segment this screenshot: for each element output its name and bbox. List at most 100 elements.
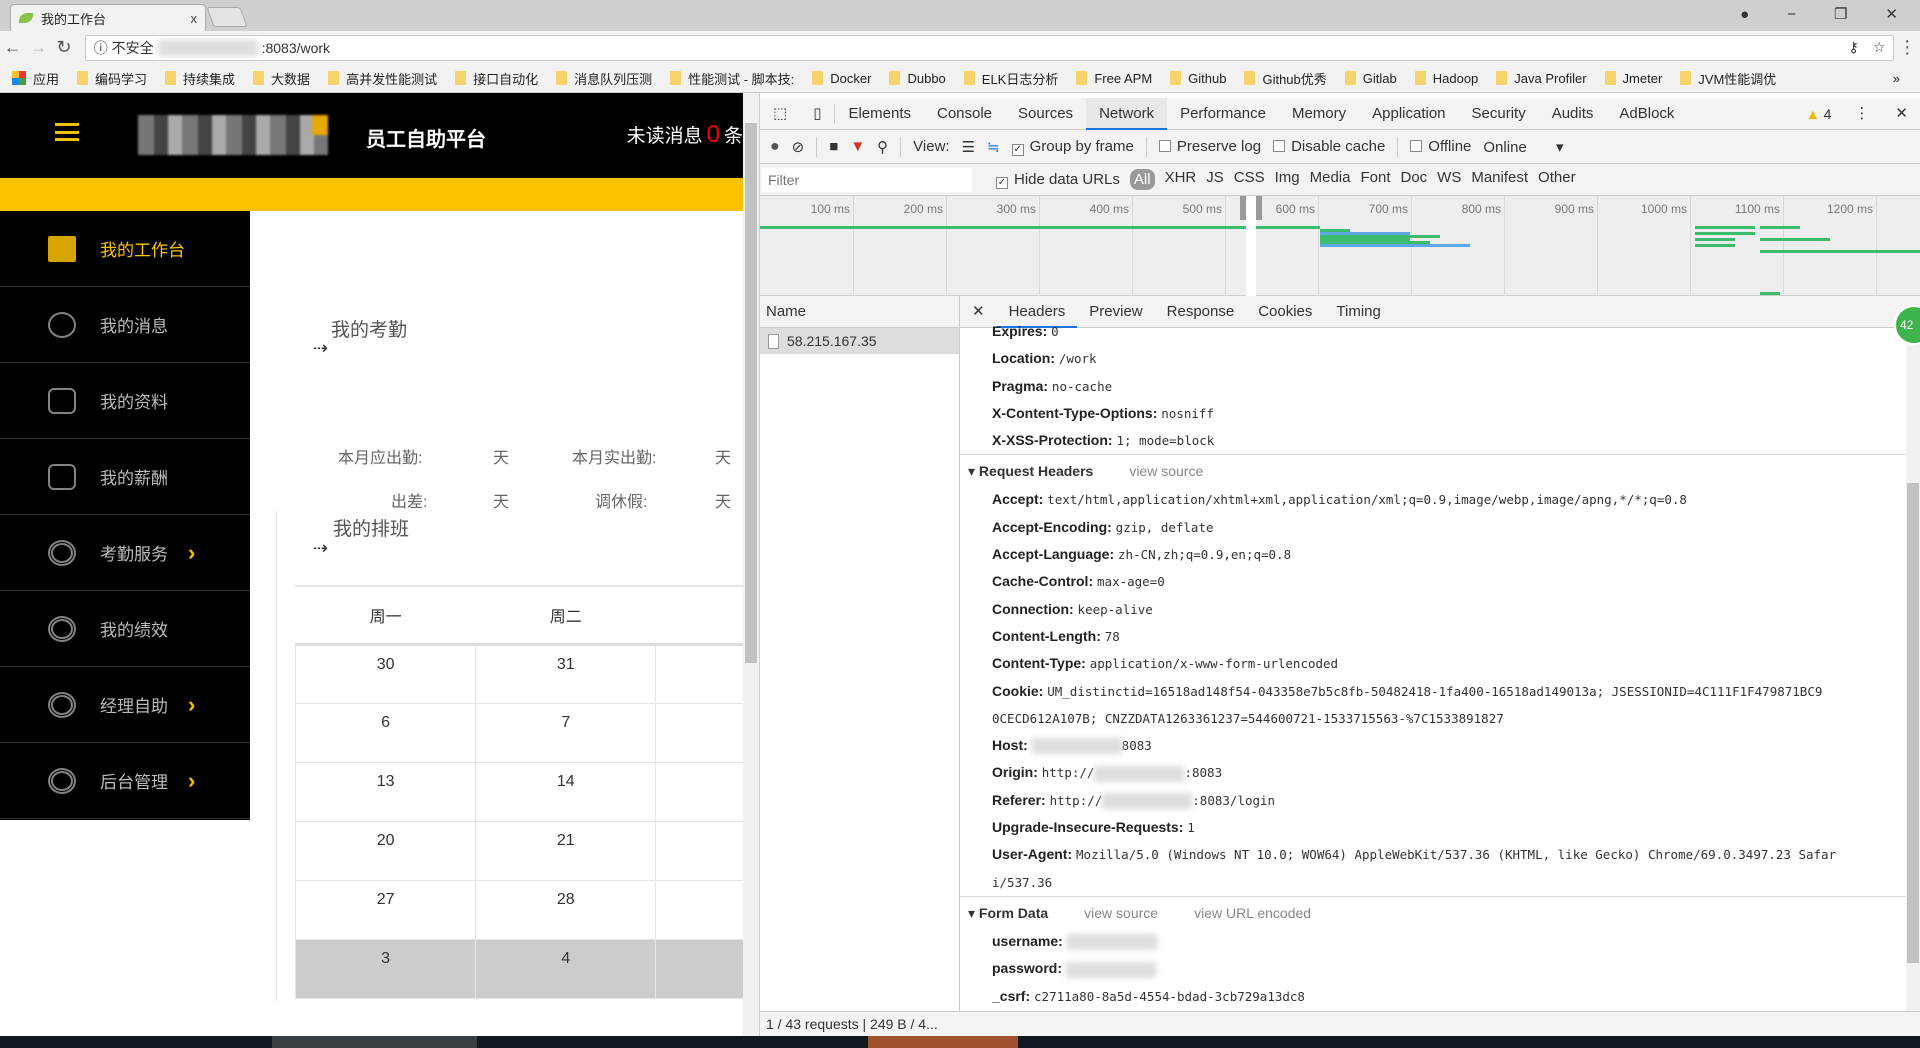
tab-performance[interactable]: Performance — [1167, 98, 1279, 130]
calendar-day[interactable]: 6 — [294, 702, 477, 763]
bookmark-item[interactable]: 持续集成 — [165, 69, 235, 88]
filter-type-other[interactable]: Other — [1538, 169, 1576, 190]
bookmark-item[interactable]: 编码学习 — [77, 69, 147, 88]
bookmark-item[interactable]: 应用 — [12, 69, 59, 88]
tab-cookies[interactable]: Cookies — [1246, 296, 1324, 328]
calendar-day[interactable]: 30 — [294, 643, 477, 704]
tab-response[interactable]: Response — [1155, 296, 1247, 328]
bookmark-item[interactable]: Jmeter — [1604, 71, 1662, 86]
taskbar-item[interactable] — [272, 1036, 477, 1048]
network-overview-timeline[interactable]: 100 ms 200 ms 300 ms 400 ms 500 ms 600 ms 700 … — [760, 196, 1920, 296]
menu-icon[interactable]: ⋮ — [1894, 37, 1920, 58]
clear-icon[interactable]: ⊘ — [792, 138, 805, 156]
capture-screenshots-icon[interactable]: ■ — [829, 138, 838, 155]
bookmark-item[interactable]: Java Profiler — [1496, 71, 1587, 86]
minimize-button[interactable]: − — [1787, 6, 1796, 23]
detail-scrollbar[interactable] — [1906, 328, 1920, 1011]
tab-close-button[interactable]: x — [191, 11, 198, 26]
filter-type-xhr[interactable]: XHR — [1165, 169, 1197, 190]
restore-button[interactable]: ❐ — [1834, 5, 1847, 23]
bookmark-item[interactable]: 消息队列压测 — [556, 69, 652, 88]
back-button[interactable]: ← — [0, 37, 26, 58]
offline-checkbox[interactable]: Offline — [1410, 138, 1471, 155]
taskbar-item[interactable] — [868, 1036, 1018, 1048]
tab-console[interactable]: Console — [924, 98, 1005, 130]
bookmark-item[interactable]: Docker — [812, 71, 871, 86]
bookmark-item[interactable]: 接口自动化 — [455, 69, 538, 88]
view-source-link[interactable]: view source — [1084, 905, 1158, 921]
schedule-arrow-icon[interactable]: ⇢ — [313, 538, 328, 559]
search-icon[interactable]: ⚲ — [877, 138, 888, 156]
view-url-encoded-link[interactable]: view URL encoded — [1194, 905, 1311, 921]
close-window-button[interactable]: ✕ — [1885, 5, 1898, 23]
calendar-day[interactable]: 20 — [294, 820, 477, 881]
filter-icon[interactable]: ▼ — [850, 138, 865, 155]
calendar-day[interactable]: 14 — [475, 761, 657, 822]
sidebar-item[interactable]: 我的薪酬 — [0, 439, 250, 515]
filter-type-doc[interactable]: Doc — [1400, 169, 1427, 190]
hide-data-urls-checkbox[interactable]: ✓ Hide data URLs — [996, 171, 1120, 189]
device-toolbar-icon[interactable]: ▯ — [800, 98, 834, 130]
tab-adblock[interactable]: AdBlock — [1606, 98, 1687, 130]
filter-type-font[interactable]: Font — [1360, 169, 1390, 190]
filter-type-css[interactable]: CSS — [1234, 169, 1265, 190]
profile-icon[interactable]: ● — [1740, 6, 1749, 23]
sidebar-item[interactable]: 考勤服务 › — [0, 515, 250, 591]
bookmark-item[interactable]: ELK日志分析 — [963, 69, 1058, 88]
tab-timing[interactable]: Timing — [1324, 296, 1392, 328]
filter-type-ws[interactable]: WS — [1437, 169, 1461, 190]
tab-preview[interactable]: Preview — [1077, 296, 1154, 328]
sidebar-item[interactable]: 我的绩效 — [0, 591, 250, 667]
calendar-day[interactable]: 21 — [475, 820, 657, 881]
calendar-day[interactable]: 4 — [475, 938, 657, 999]
close-devtools-button[interactable]: ✕ — [1882, 98, 1920, 130]
sidebar-item[interactable]: 我的消息 — [0, 287, 250, 363]
request-row[interactable]: 58.215.167.35 — [760, 328, 959, 354]
calendar-day[interactable]: 28 — [475, 879, 657, 940]
page-scrollbar[interactable] — [743, 93, 759, 1036]
bookmark-item[interactable]: 大数据 — [253, 69, 310, 88]
bookmark-item[interactable]: Hadoop — [1414, 71, 1478, 86]
calendar-day[interactable] — [655, 879, 743, 940]
bookmark-item[interactable]: Dubbo — [889, 71, 946, 86]
tab-application[interactable]: Application — [1359, 98, 1458, 130]
bookmark-item[interactable]: Github优秀 — [1244, 69, 1327, 88]
preserve-log-checkbox[interactable]: Preserve log — [1158, 138, 1261, 155]
unread-messages[interactable]: 未读消息 0 条 — [627, 121, 743, 149]
group-by-frame-checkbox[interactable]: ✓ Group by frame — [1011, 138, 1134, 156]
filter-input[interactable] — [762, 167, 972, 192]
name-column-header[interactable]: Name — [760, 296, 959, 328]
devtools-menu-icon[interactable]: ⋮ — [1841, 98, 1882, 130]
key-icon[interactable]: ⚷ — [1849, 39, 1859, 56]
calendar-day[interactable]: 31 — [475, 643, 657, 704]
filter-type-js[interactable]: JS — [1206, 169, 1224, 190]
calendar-day[interactable] — [655, 761, 743, 822]
address-bar[interactable]: ⓘ 不安全 :8083/work ⚷ ☆ — [84, 34, 1895, 61]
calendar-day[interactable] — [655, 702, 743, 763]
new-tab-button[interactable] — [206, 7, 248, 27]
bookmark-item[interactable]: Github — [1170, 71, 1226, 86]
warning-indicator[interactable]: ▲ 4 — [1806, 106, 1842, 122]
scrollbar-thumb[interactable] — [745, 123, 757, 663]
record-icon[interactable]: ● — [770, 138, 780, 156]
calendar-day[interactable]: 13 — [294, 761, 477, 822]
info-icon[interactable]: ⓘ — [94, 38, 112, 58]
hamburger-menu-icon[interactable] — [55, 123, 79, 141]
tab-elements[interactable]: Elements — [835, 98, 924, 130]
section-header[interactable]: ▾ Form Data view source view URL encoded — [960, 895, 1920, 928]
forward-button[interactable]: → — [26, 37, 52, 58]
bookmark-item[interactable]: 性能测试 - 脚本技: — [670, 69, 794, 88]
attendance-arrow-icon[interactable]: ⇢ — [313, 338, 328, 359]
filter-type-media[interactable]: Media — [1310, 169, 1351, 190]
bookmark-item[interactable]: JVM性能调优 — [1680, 69, 1776, 88]
bookmarks-more-button[interactable]: » — [1893, 71, 1920, 86]
browser-tab[interactable]: 我的工作台 x — [10, 4, 206, 31]
tab-audits[interactable]: Audits — [1539, 98, 1607, 130]
filter-type-img[interactable]: Img — [1275, 169, 1300, 190]
filter-type-all[interactable]: All — [1129, 169, 1155, 190]
calendar-day[interactable] — [655, 938, 743, 999]
waterfall-view-icon[interactable]: ≒ — [987, 138, 1000, 156]
calendar-day[interactable]: 27 — [294, 879, 477, 940]
reload-button[interactable]: ↻ — [51, 37, 77, 58]
tab-network[interactable]: Network — [1086, 97, 1168, 130]
